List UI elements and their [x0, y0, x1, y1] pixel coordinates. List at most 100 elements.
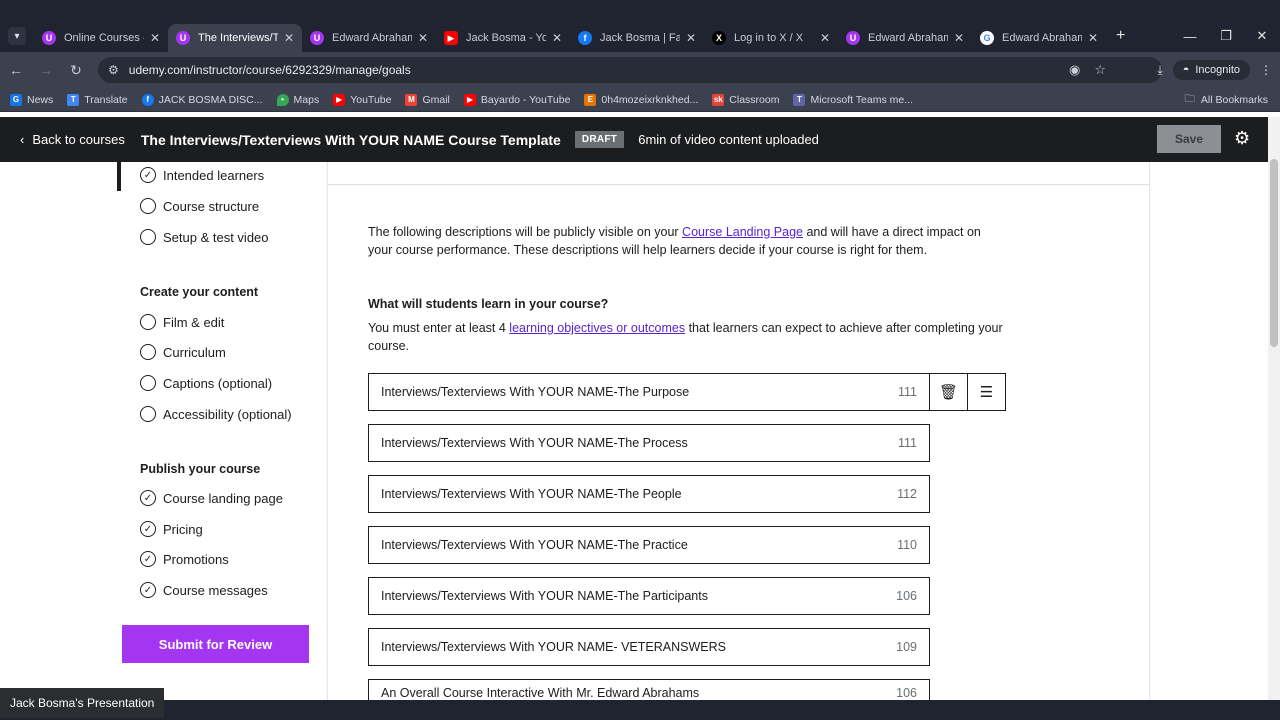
udemy-icon: U: [176, 31, 190, 45]
close-icon[interactable]: ✕: [954, 31, 964, 45]
browser-tab[interactable]: U Online Courses - L ✕: [34, 24, 168, 52]
sidebar-item-label: Pricing: [163, 521, 203, 537]
tab-title: The Interviews/Tex: [198, 32, 278, 44]
sidebar-item-course-messages[interactable]: ✓ Course messages: [140, 582, 268, 598]
x-logo-icon: X: [712, 31, 726, 45]
sidebar-item-accessibility[interactable]: Accessibility (optional): [140, 406, 292, 422]
check-circle-icon: ✓: [140, 167, 156, 183]
all-bookmarks[interactable]: 🗀 All Bookmarks: [1184, 91, 1268, 109]
tab-search-chevron-icon[interactable]: ▾: [8, 27, 26, 45]
sidebar-item-intended-learners[interactable]: ✓ Intended learners: [140, 167, 264, 183]
objective-input[interactable]: Interviews/Texterviews With YOUR NAME- V…: [368, 628, 930, 666]
close-icon[interactable]: ✕: [552, 31, 562, 45]
sidebar-item-curriculum[interactable]: Curriculum: [140, 344, 226, 360]
browser-tab[interactable]: X Log in to X / X ✕: [704, 24, 838, 52]
sidebar-item-label: Course structure: [163, 198, 260, 214]
close-icon[interactable]: ✕: [1088, 31, 1098, 45]
status-badge: DRAFT: [574, 131, 625, 148]
sidebar-item-promotions[interactable]: ✓ Promotions: [140, 551, 229, 567]
objective-input[interactable]: Interviews/Texterviews With YOUR NAME-Th…: [368, 526, 930, 564]
close-icon[interactable]: ✕: [284, 31, 294, 45]
download-icon[interactable]: ⤓: [1157, 63, 1162, 78]
close-icon[interactable]: ✕: [418, 31, 428, 45]
bookmark-translate[interactable]: T Translate: [67, 93, 128, 106]
objective-input[interactable]: Interviews/Texterviews With YOUR NAME-Th…: [368, 373, 930, 411]
incognito-icon: ◓: [1182, 64, 1190, 76]
sidebar-item-course-landing-page[interactable]: ✓ Course landing page: [140, 490, 283, 506]
browser-tab[interactable]: G Edward Abrahams ✕: [972, 24, 1106, 52]
youtube-icon: ▶: [333, 93, 346, 106]
bookmark-news[interactable]: G News: [10, 93, 54, 106]
empty-circle-icon: [140, 375, 156, 391]
intro-text: The following descriptions will be publi…: [368, 225, 683, 239]
bookmark-star-icon[interactable]: ☆: [1094, 62, 1106, 78]
scrollbar-thumb[interactable]: [1270, 159, 1278, 347]
browser-tab[interactable]: f Jack Bosma | Facel ✕: [570, 24, 704, 52]
sidebar-item-label: Course messages: [163, 582, 268, 598]
objective-input[interactable]: Interviews/Texterviews With YOUR NAME-Th…: [368, 577, 930, 615]
address-bar[interactable]: ⚙ udemy.com/instructor/course/6292329/ma…: [98, 57, 1162, 83]
sidebar-item-label: Captions (optional): [163, 375, 273, 391]
bookmark-link[interactable]: E 0h4mozeixrknkhed...: [584, 93, 698, 106]
bookmark-label: YouTube: [350, 93, 392, 106]
back-arrow-icon[interactable]: ←: [2, 62, 30, 78]
sidebar-item-captions[interactable]: Captions (optional): [140, 375, 272, 391]
tab-title: Log in to X / X: [734, 32, 804, 44]
bookmark-maps[interactable]: • Maps: [276, 93, 319, 106]
site-info-icon[interactable]: ⚙: [108, 63, 119, 77]
objective-input[interactable]: Interviews/Texterviews With YOUR NAME-Th…: [368, 475, 930, 513]
objective-input[interactable]: An Overall Course Interactive With Mr. E…: [368, 679, 930, 700]
forward-arrow-icon[interactable]: →: [32, 62, 60, 78]
screen-top-strip: [0, 0, 1280, 20]
incognito-badge[interactable]: ◓ Incognito: [1172, 60, 1250, 80]
facebook-icon: f: [578, 31, 592, 45]
close-icon[interactable]: ✕: [150, 31, 160, 45]
minimize-icon[interactable]: —: [1172, 29, 1208, 44]
bookmark-label: News: [27, 93, 54, 106]
browser-tab[interactable]: ▶ Jack Bosma - YouT ✕: [436, 24, 570, 52]
classroom-icon: sk: [712, 93, 725, 106]
reload-icon[interactable]: ↻: [62, 62, 90, 79]
submit-for-review-button[interactable]: Submit for Review: [122, 625, 309, 663]
bookmark-bayardo[interactable]: ▶ Bayardo - YouTube: [463, 93, 570, 106]
eye-off-icon[interactable]: ◉: [1069, 62, 1080, 78]
back-to-courses-link[interactable]: ‹ Back to courses: [20, 132, 125, 147]
incognito-label: Incognito: [1195, 64, 1240, 76]
delete-objective-button[interactable]: 🗑: [929, 373, 968, 411]
browser-toolbar: ← → ↻ ⚙ udemy.com/instructor/course/6292…: [0, 52, 1280, 88]
bookmark-facebook[interactable]: f JACK BOSMA DISC...: [141, 93, 263, 106]
bookmark-gmail[interactable]: M Gmail: [405, 93, 450, 106]
new-tab-plus-icon[interactable]: +: [1116, 27, 1125, 45]
bookmark-youtube[interactable]: ▶ YouTube: [333, 93, 392, 106]
translate-icon: T: [67, 93, 80, 106]
back-label: Back to courses: [32, 132, 125, 147]
objective-input[interactable]: Interviews/Texterviews With YOUR NAME-Th…: [368, 424, 930, 462]
restore-icon[interactable]: ❐: [1208, 28, 1244, 44]
learning-objectives-link[interactable]: learning objectives or outcomes: [509, 321, 685, 335]
course-landing-page-link[interactable]: Course Landing Page: [682, 225, 803, 239]
check-circle-icon: ✓: [140, 551, 156, 567]
page-scrollbar[interactable]: [1268, 117, 1280, 700]
empty-circle-icon: [140, 198, 156, 214]
section-heading-create: Create your content: [140, 285, 259, 299]
sidebar-item-film-edit[interactable]: Film & edit: [140, 314, 224, 330]
news-icon: G: [10, 93, 22, 106]
course-manage-header: ‹ Back to courses The Interviews/Texterv…: [0, 117, 1268, 162]
browser-tab[interactable]: U Edward Abrahams ✕: [302, 24, 436, 52]
sidebar-item-course-structure[interactable]: Course structure: [140, 198, 259, 214]
bookmark-teams[interactable]: T Microsoft Teams me...: [793, 93, 913, 106]
sidebar-item-pricing[interactable]: ✓ Pricing: [140, 521, 203, 537]
check-circle-icon: ✓: [140, 582, 156, 598]
gear-icon[interactable]: ⚙: [1234, 128, 1250, 149]
browser-tab-active[interactable]: U The Interviews/Tex ✕: [168, 24, 302, 52]
browser-tab[interactable]: U Edward Abrahams ✕: [838, 24, 972, 52]
window-close-icon[interactable]: ✕: [1244, 28, 1280, 44]
drag-handle-button[interactable]: ☰: [967, 373, 1006, 411]
sidebar-item-setup-test-video[interactable]: Setup & test video: [140, 229, 269, 245]
bookmark-classroom[interactable]: sk Classroom: [712, 93, 779, 106]
more-menu-icon[interactable]: ⋮: [1260, 63, 1272, 77]
objective-text: An Overall Course Interactive With Mr. E…: [381, 686, 700, 700]
close-icon[interactable]: ✕: [820, 31, 830, 45]
close-icon[interactable]: ✕: [686, 31, 696, 45]
save-button[interactable]: Save: [1157, 125, 1221, 153]
